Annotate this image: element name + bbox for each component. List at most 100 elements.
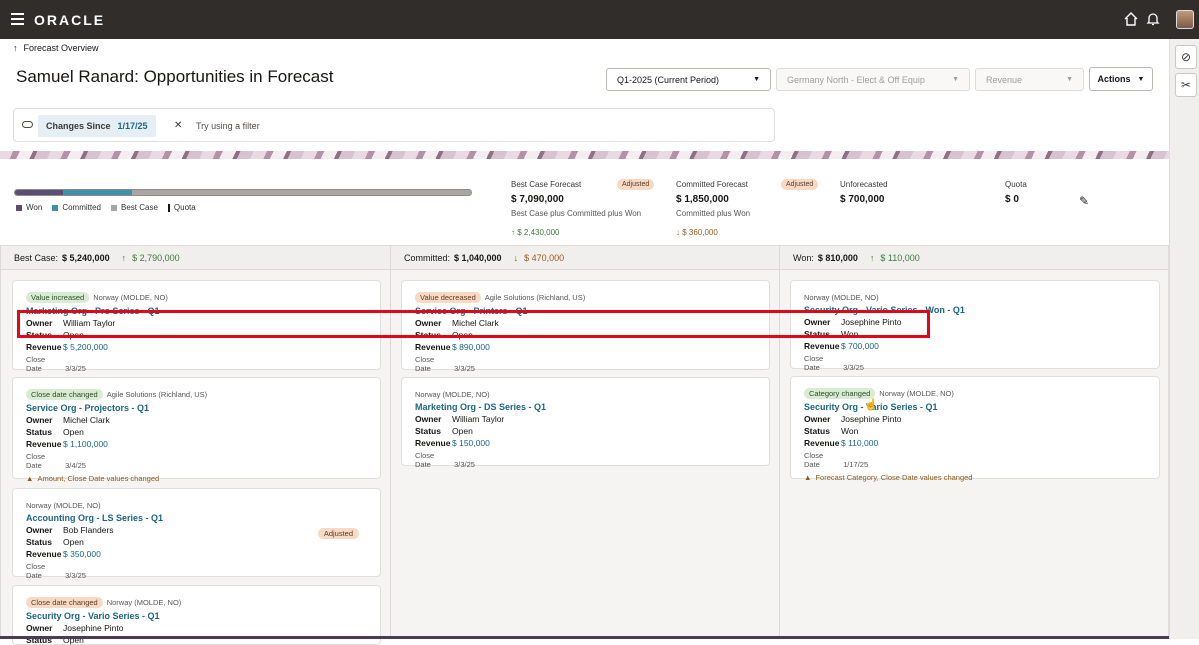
legend-quota: Quota [167, 203, 196, 212]
column-header: Best Case: $ 5,240,000 ↑ $ 2,790,000 [1, 245, 390, 270]
chevron-down-icon: ▼ [952, 76, 959, 83]
close-date-row: Close Date 3/3/25 [415, 451, 475, 469]
legend-won: Won [16, 203, 42, 212]
opportunity-link[interactable]: Marketing Org - DS Series - Q1 [415, 402, 756, 412]
delta-up-icon: ↑ [869, 252, 875, 263]
opportunity-card[interactable]: Close date changed Agile Solutions (Richl… [12, 377, 381, 483]
oracle-logo: ORACLE [34, 12, 106, 28]
status-row: Status Open [26, 427, 84, 437]
close-date-row: Close Date 3/3/25 [415, 355, 475, 373]
change-tag: Value decreased [415, 292, 481, 303]
delta-up-icon: ↑ [121, 252, 127, 263]
filter-search-input[interactable]: Try using a filter [196, 121, 260, 131]
measure-select[interactable]: Revenue ▼ [975, 68, 1084, 91]
change-tag: Close date changed [26, 389, 103, 400]
revenue-row: Revenue $ 350,000 [26, 549, 101, 559]
revenue-row: Revenue $ 110,000 [804, 438, 879, 448]
metric-label: Committed Forecast [676, 180, 749, 189]
forecast-progress-bar [14, 189, 472, 196]
close-date-row: Close Date 3/3/25 [804, 354, 864, 372]
metric-subtitle: Best Case plus Committed plus Won [511, 209, 642, 218]
legend-best-case: Best Case [111, 203, 158, 212]
account-name: Agile Solutions (Richland, US) [484, 293, 586, 302]
chevron-down-icon: ▼ [1137, 75, 1145, 83]
metric-delta: ↓ $ 360,000 [676, 228, 718, 237]
decorative-banner [0, 151, 1169, 159]
filter-chip-label: Changes Since [46, 121, 111, 131]
change-warning: ▲ Amount, Close Date values changed [26, 474, 160, 483]
column-header: Committed: $ 1,040,000 ↓ $ 470,000 [391, 245, 779, 270]
revenue-row: Revenue $ 700,000 [804, 341, 879, 351]
actions-label: Actions [1097, 74, 1131, 84]
filter-bar: Changes Since 1/17/25 ✕ Try using a filt… [13, 108, 775, 142]
owner-row: Owner Josephine Pinto [26, 623, 124, 633]
revenue-row: Revenue $ 890,000 [415, 342, 490, 352]
right-rail: ⊘ ✂ [1169, 39, 1199, 639]
opportunity-link[interactable]: Accounting Org - LS Series - Q1 [26, 513, 367, 523]
adjusted-badge: Adjusted [781, 179, 819, 190]
opportunity-card[interactable]: Norway (MOLDE, NO) Marketing Org - DS Se… [401, 377, 770, 469]
progress-legend: Won Committed Best Case Quota [16, 203, 196, 212]
won-column: Won: $ 810,000 ↑ $ 110,000 Norway (MOLDE,… [779, 245, 1169, 639]
actions-button[interactable]: Actions ▼ [1089, 67, 1153, 91]
unforecasted: Unforecasted $ 700,000 [840, 180, 888, 205]
home-icon[interactable] [1123, 11, 1139, 27]
notifications-icon[interactable] [1145, 11, 1161, 27]
owner-row: Owner Michel Clark [26, 415, 110, 425]
period-select-value: Q1-2025 (Current Period) [617, 74, 720, 85]
account-name: Norway (MOLDE, NO) [415, 390, 490, 399]
period-select[interactable]: Q1-2025 (Current Period) ▼ [606, 68, 771, 91]
measure-select-value: Revenue [986, 74, 1023, 85]
close-date-row: Close Date 3/3/25 [26, 355, 86, 373]
owner-row: Owner Josephine Pinto [804, 414, 902, 424]
account-name: Agile Solutions (Richland, US) [106, 390, 208, 399]
opportunity-card[interactable]: Norway (MOLDE, NO) Accounting Org - LS S… [12, 488, 381, 580]
metric-label: Unforecasted [840, 180, 888, 189]
adjusted-badge: Adjusted [617, 179, 655, 190]
menu-icon[interactable] [11, 13, 24, 25]
legend-committed: Committed [52, 203, 101, 212]
metric-value: $ 1,850,000 [676, 194, 729, 205]
opportunity-card[interactable]: Category changed Norway (MOLDE, NO) Secur… [790, 376, 1160, 482]
account-name: Norway (MOLDE, NO) [93, 293, 168, 302]
status-row: Status Open [415, 426, 473, 436]
back-link-label: Forecast Overview [23, 43, 99, 53]
revenue-row: Revenue $ 150,000 [415, 438, 490, 448]
opportunity-link[interactable]: Service Org - Projectors - Q1 [26, 403, 367, 413]
user-avatar[interactable] [1176, 10, 1194, 29]
status-row: Status Won [804, 426, 859, 436]
metric-delta: ↑ $ 2,430,000 [511, 228, 560, 237]
metric-value: $ 700,000 [840, 194, 885, 205]
revenue-row: Revenue $ 5,200,000 [26, 342, 108, 352]
warning-icon: ▲ [804, 473, 812, 482]
change-tag: Close date changed [26, 597, 103, 608]
pencil-icon[interactable]: ✎ [1079, 194, 1089, 208]
page-title: Samuel Ranard: Opportunities in Forecast [16, 67, 334, 86]
close-date-row: Close Date 1/17/25 [804, 451, 869, 469]
progress-best-case [131, 190, 471, 195]
committed-column: Committed: $ 1,040,000 ↓ $ 470,000 Value … [390, 245, 779, 639]
hand-cursor-icon: ☝ [864, 399, 878, 411]
breadcrumb-back[interactable]: ↑ Forecast Overview [13, 43, 99, 53]
column-header: Won: $ 810,000 ↑ $ 110,000 [780, 245, 1168, 270]
quota: Quota $ 0 [1005, 180, 1027, 205]
progress-committed [63, 190, 132, 195]
account-name: Norway (MOLDE, NO) [804, 293, 879, 302]
metric-label: Quota [1005, 180, 1027, 189]
delta-down-icon: ↓ [513, 252, 519, 263]
global-header: ORACLE [0, 0, 1199, 39]
territory-select[interactable]: Germany North - Elect & Off Equip ▼ [776, 68, 970, 91]
no-entry-icon[interactable]: ⊘ [1175, 45, 1197, 69]
account-name: Norway (MOLDE, NO) [26, 501, 101, 510]
opportunity-link[interactable]: Security Org - Vario Series - Q1 [26, 611, 367, 621]
highlight-box [17, 310, 930, 338]
filter-chip[interactable]: Changes Since 1/17/25 [38, 115, 156, 137]
close-date-row: Close Date 3/4/25 [26, 452, 86, 470]
filter-toggle-icon[interactable] [22, 121, 33, 128]
committed-forecast: Committed Forecast $ 1,850,000 Committed… [676, 180, 750, 237]
close-icon[interactable]: ✕ [174, 120, 182, 131]
opportunity-link[interactable]: Security Org - Vario Series - Q1 [804, 402, 1146, 412]
tools-icon[interactable]: ✂ [1175, 73, 1197, 97]
metric-value: $ 7,090,000 [511, 194, 564, 205]
revenue-row: Revenue $ 1,100,000 [26, 439, 108, 449]
